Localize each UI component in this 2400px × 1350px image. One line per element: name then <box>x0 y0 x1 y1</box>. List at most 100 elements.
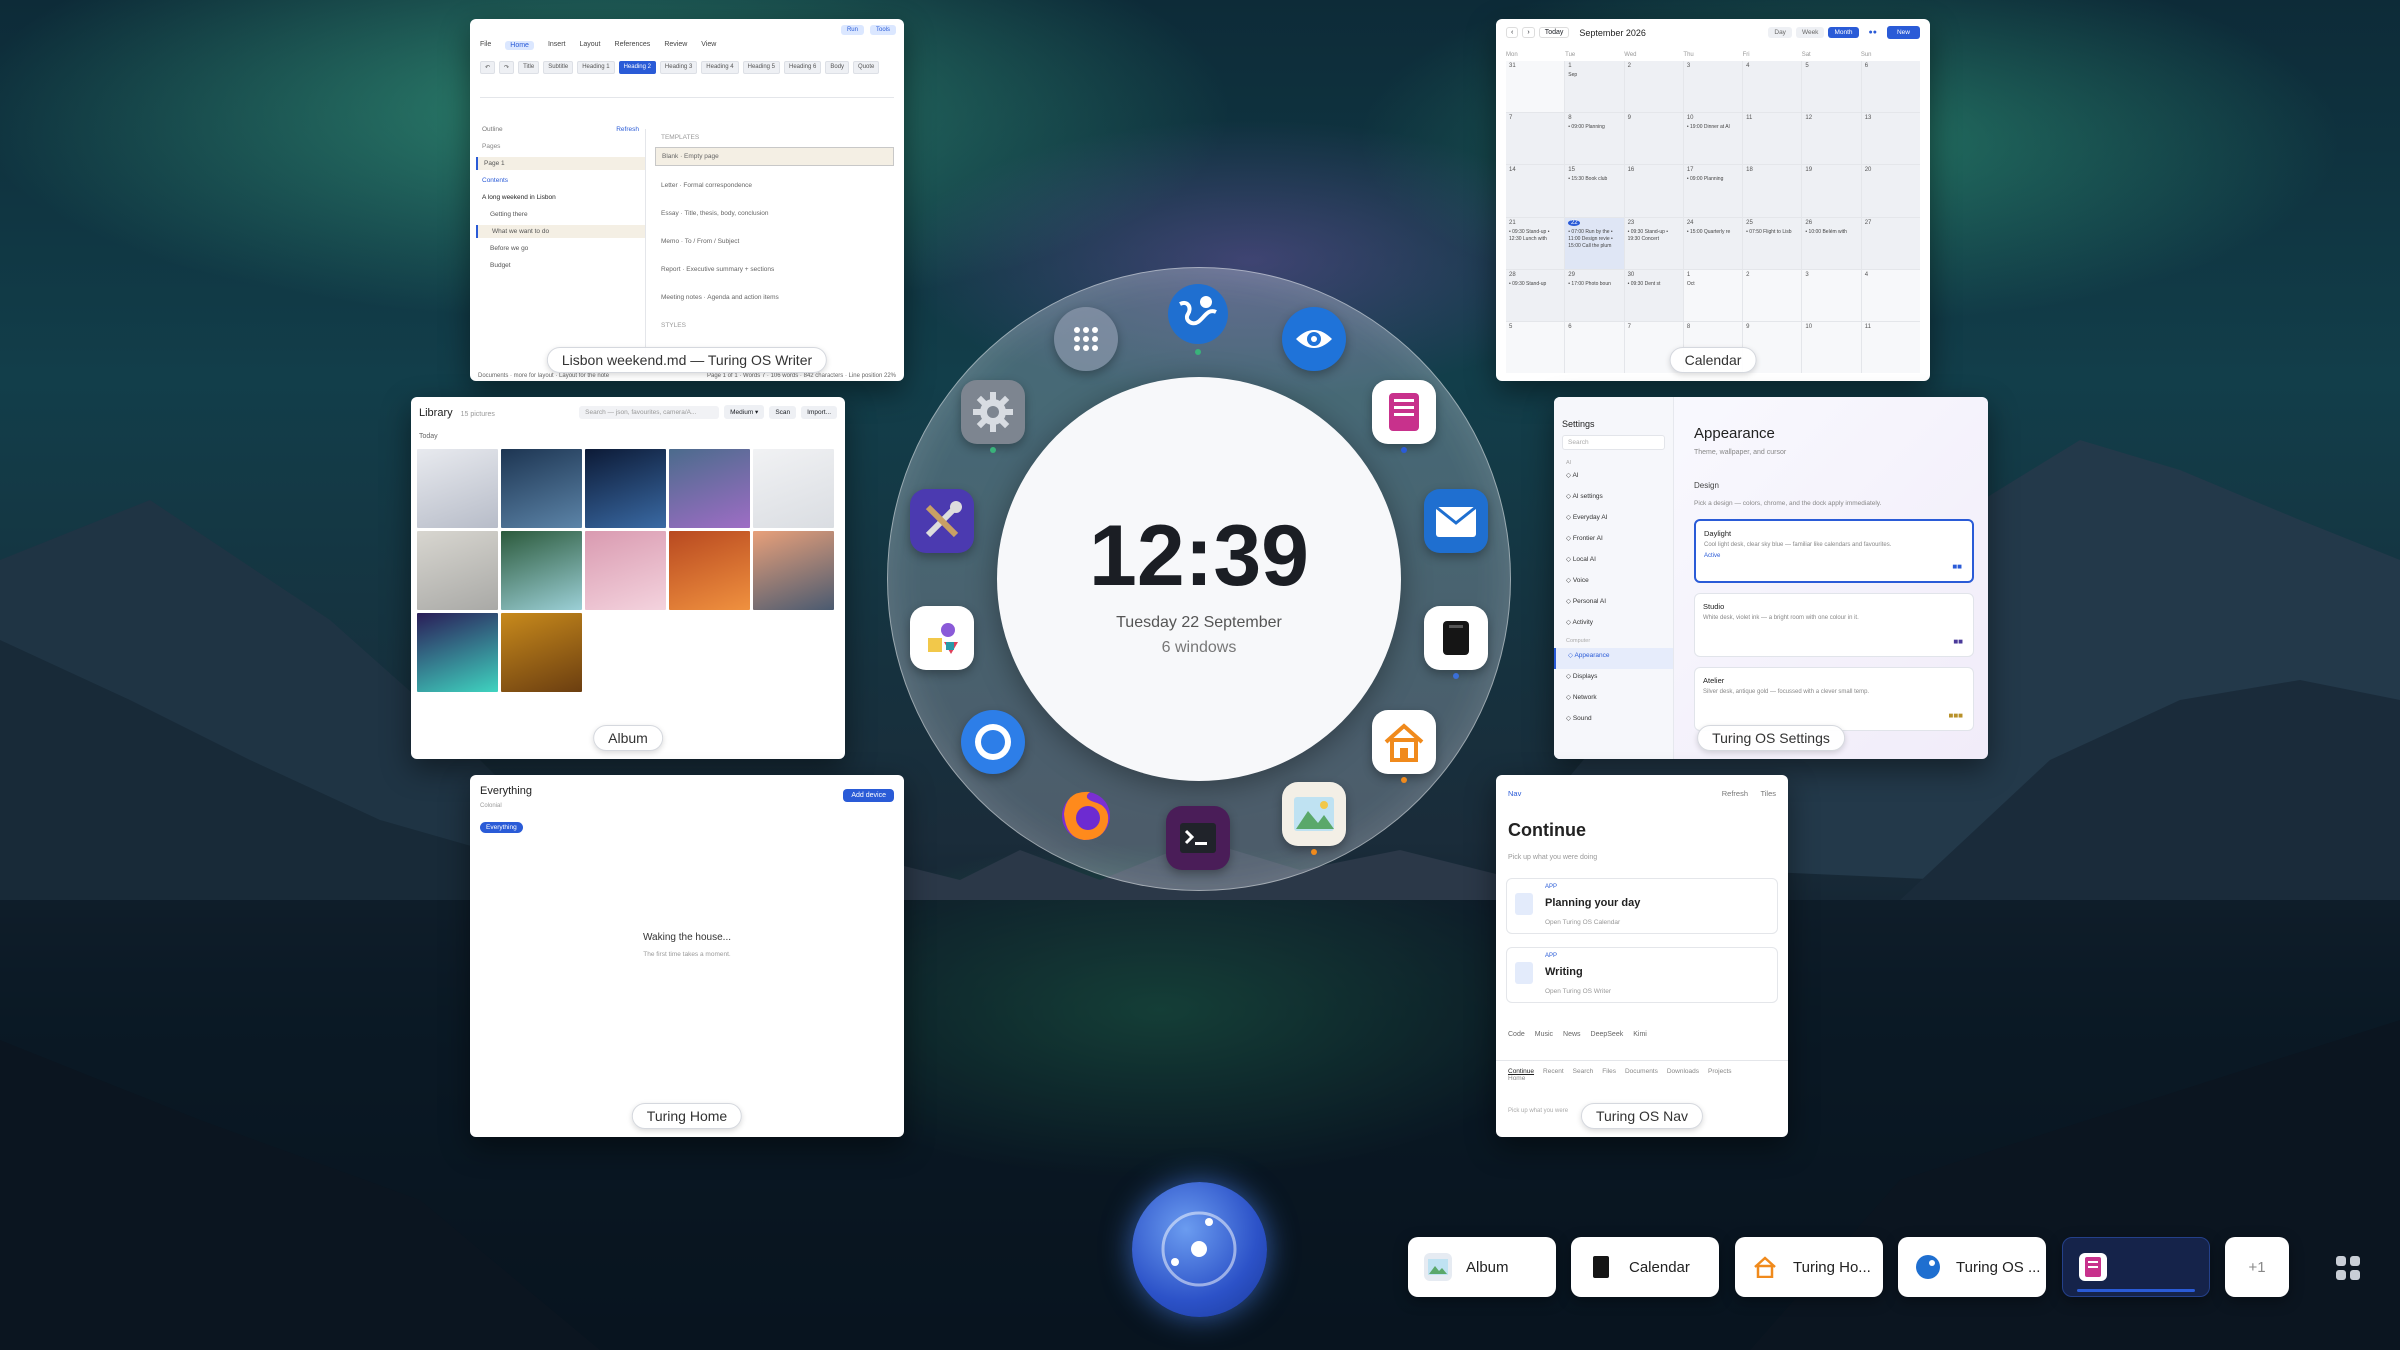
day-cell[interactable]: 25 • 07:50 Flight to Lisb <box>1743 217 1802 269</box>
style-body[interactable]: Body <box>825 61 850 74</box>
nav-link[interactable]: News <box>1563 1031 1581 1038</box>
template-item[interactable]: Essay · Title, thesis, body, conclusion <box>655 205 894 222</box>
event-text[interactable]: • 09:30 Stand-up • 12:30 Lunch with <box>1509 229 1561 243</box>
day-cell[interactable]: 11 <box>1743 113 1802 165</box>
settings-item[interactable]: ◇ AI settings <box>1554 489 1673 510</box>
shapes-app-icon[interactable] <box>910 606 974 670</box>
nav-tab[interactable]: Documents <box>1625 1068 1658 1075</box>
tiles-button[interactable]: Tiles <box>1760 789 1776 798</box>
window-label[interactable]: Lisbon weekend.md — Turing OS Writer <box>546 347 828 373</box>
day-cell[interactable]: 14 <box>1506 165 1565 217</box>
calendar-window[interactable]: ‹ › Today September 2026 Day Week Month … <box>1496 19 1930 381</box>
outline-item[interactable]: What we want to do <box>476 225 645 238</box>
window-label[interactable]: Turing OS Nav <box>1580 1103 1704 1129</box>
day-cell[interactable]: 1 Oct <box>1683 269 1743 321</box>
writer-app-icon[interactable] <box>1372 380 1436 453</box>
day-cell[interactable]: 28 • 09:30 Stand-up <box>1506 269 1565 321</box>
nav-tab[interactable]: Projects <box>1708 1068 1731 1075</box>
settings-window[interactable]: Settings Search AI ◇ AI ◇ AI settings ◇ … <box>1554 397 1988 759</box>
menu-references[interactable]: References <box>615 41 651 50</box>
theme-card-atelier[interactable]: Atelier Silver desk, antique gold — focu… <box>1694 667 1974 731</box>
settings-item[interactable]: ◇ Frontier AI <box>1554 531 1673 552</box>
album-search-input[interactable]: Search — json, favourites, camera/A... <box>579 405 720 419</box>
dock-item-writer-active[interactable] <box>2062 1237 2210 1297</box>
day-cell[interactable]: 11 <box>1861 321 1920 373</box>
page-item[interactable]: Page 1 <box>476 157 645 170</box>
menu-layout[interactable]: Layout <box>579 41 600 50</box>
day-cell[interactable]: 18 <box>1743 165 1802 217</box>
event-text[interactable]: • 07:00 Run by the • 11:00 Design revie … <box>1568 229 1620 250</box>
template-item[interactable]: Letter · Formal correspondence <box>655 177 894 194</box>
style-h3[interactable]: Heading 3 <box>659 61 698 74</box>
style-h6[interactable]: Heading 6 <box>784 61 822 74</box>
event-text[interactable]: • 09:00 Planning <box>1687 176 1739 183</box>
chromium-icon[interactable] <box>961 710 1025 774</box>
photo-thumbnail[interactable] <box>501 449 582 528</box>
tools-app-icon[interactable] <box>910 489 974 553</box>
nav-tab[interactable]: Continue <box>1508 1068 1534 1075</box>
day-cell[interactable]: 5 <box>1802 61 1861 113</box>
view-day[interactable]: Day <box>1768 27 1792 38</box>
photo-thumbnail[interactable] <box>417 449 498 528</box>
day-cell[interactable]: 16 <box>1624 165 1683 217</box>
tools-button[interactable]: Tools <box>869 25 896 35</box>
app-drawer-icon[interactable] <box>2335 1255 2361 1281</box>
event-text[interactable]: • 17:00 Photo boun <box>1568 281 1620 288</box>
doc-title[interactable]: A long weekend in Lisbon <box>476 191 645 204</box>
style-title[interactable]: Title <box>518 61 540 74</box>
globe-browser-icon[interactable] <box>1166 282 1230 355</box>
template-item[interactable]: Memo · To / From / Subject <box>655 233 894 250</box>
style-h4[interactable]: Heading 4 <box>701 61 739 74</box>
event-text[interactable]: • 07:50 Flight to Lisb <box>1746 229 1798 236</box>
style-h1[interactable]: Heading 1 <box>577 61 615 74</box>
import-button[interactable]: Import... <box>801 405 837 419</box>
day-cell[interactable]: 26 • 10:00 Belém with <box>1802 217 1861 269</box>
nav-tab[interactable]: Recent <box>1543 1068 1564 1075</box>
window-label[interactable]: Album <box>593 725 663 751</box>
photos-app-icon[interactable] <box>1282 782 1346 855</box>
photo-thumbnail[interactable] <box>585 449 666 528</box>
nav-tab[interactable]: Downloads <box>1667 1068 1699 1075</box>
run-button[interactable]: Run <box>840 25 864 35</box>
notes-app-icon[interactable] <box>1424 606 1488 679</box>
writer-window[interactable]: File Home Insert Layout References Revie… <box>470 19 904 381</box>
dock-item-turing-nav[interactable]: Turing OS ... <box>1898 1237 2046 1297</box>
event-text[interactable]: Sep <box>1568 72 1620 79</box>
outline-item[interactable]: Before we go <box>476 242 645 255</box>
event-text[interactable]: • 09:00 Planning <box>1568 124 1620 131</box>
launcher-orb-button[interactable] <box>1132 1182 1267 1317</box>
settings-item[interactable]: ◇ Everyday AI <box>1554 510 1673 531</box>
view-month[interactable]: Month <box>1828 27 1859 38</box>
day-cell[interactable]: 5 <box>1506 321 1565 373</box>
window-label[interactable]: Turing OS Settings <box>1697 725 1845 751</box>
day-cell[interactable]: 7 <box>1506 113 1565 165</box>
photo-thumbnail[interactable] <box>417 531 498 610</box>
photo-thumbnail[interactable] <box>417 613 498 692</box>
menu-review[interactable]: Review <box>664 41 687 50</box>
day-cell[interactable]: 12 <box>1802 113 1861 165</box>
window-label[interactable]: Turing Home <box>631 1103 743 1129</box>
day-cell[interactable]: 10 <box>1802 321 1861 373</box>
day-cell[interactable]: 4 <box>1861 269 1920 321</box>
menu-view[interactable]: View <box>701 41 716 50</box>
home-app-icon[interactable] <box>1372 710 1436 783</box>
refresh-button[interactable]: Refresh <box>1722 789 1748 798</box>
nav-link[interactable]: Kimi <box>1633 1031 1647 1038</box>
event-text[interactable]: • 15:00 Quarterly re <box>1687 229 1739 236</box>
terminal-app-icon[interactable] <box>1166 806 1230 870</box>
settings-item[interactable]: ◇ Personal AI <box>1554 594 1673 615</box>
day-cell[interactable]: 23 • 09:30 Stand-up • 19:30 Concert <box>1624 217 1683 269</box>
day-cell[interactable]: 2 <box>1624 61 1683 113</box>
day-cell[interactable]: 3 <box>1683 61 1743 113</box>
photo-thumbnail[interactable] <box>501 531 582 610</box>
day-cell[interactable]: 21 • 09:30 Stand-up • 12:30 Lunch with <box>1506 217 1565 269</box>
dock-item-calendar[interactable]: Calendar <box>1571 1237 1719 1297</box>
photo-thumbnail[interactable] <box>753 531 834 610</box>
event-text[interactable]: • 09:30 Stand-up • 19:30 Concert <box>1628 229 1680 243</box>
day-cell[interactable]: 24 • 15:00 Quarterly re <box>1683 217 1743 269</box>
dock-item-turing-home[interactable]: Turing Ho... <box>1735 1237 1883 1297</box>
menu-insert[interactable]: Insert <box>548 41 566 50</box>
event-text[interactable]: • 15:30 Book club <box>1568 176 1620 183</box>
today-button[interactable]: Today <box>1538 27 1570 38</box>
outline-item[interactable]: Getting there <box>476 208 645 221</box>
